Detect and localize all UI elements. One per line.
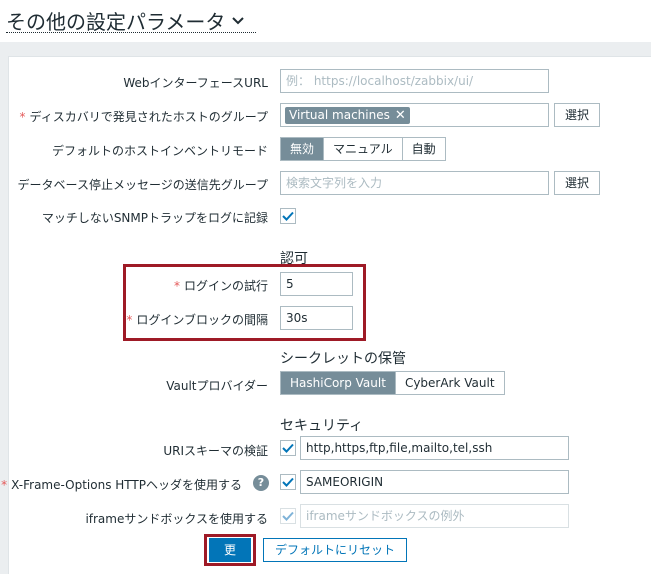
secrets-section-heading: シークレットの保管 [280,351,406,367]
title-underline [6,32,256,33]
highlight-box-auth [123,264,366,341]
snmp-log-checkbox[interactable] [280,208,296,224]
alert-group-label: データベース停止メッセージの送信先グループ [17,178,268,192]
web-url-input[interactable]: 例： https://localhost/zabbix/ui/ [280,69,549,93]
vault-hashicorp[interactable]: HashiCorp Vault [281,372,396,394]
page-title-dropdown[interactable]: その他の設定パラメータ [6,6,245,35]
x-frame-label-text: X-Frame-Options HTTPヘッダを使用する [11,478,242,492]
snmp-log-label: マッチしないSNMPトラップをログに記録 [41,211,268,225]
help-icon[interactable]: ? [253,475,269,491]
discovery-group-label-text: ディスカバリで発見されたホストのグループ [29,110,268,124]
inventory-mode-disabled[interactable]: 無効 [281,138,325,160]
required-marker: * [19,110,26,124]
checkmark-icon [282,443,294,453]
alert-group-search-input[interactable]: 検索文字列を入力 [280,171,549,195]
uri-schemes-input[interactable]: http,https,ftp,file,mailto,tel,ssh [300,436,569,460]
iframe-sandbox-checkbox[interactable] [280,508,296,524]
inventory-mode-manual[interactable]: マニュアル [324,138,403,160]
selected-group-tag-label: Virtual machines [289,108,390,122]
remove-tag-icon[interactable]: ✕ [395,107,406,124]
iframe-sandbox-label: iframeサンドボックスを使用する [85,512,268,526]
vault-cyberark[interactable]: CyberArk Vault [396,372,504,394]
discovery-group-label: * ディスカバリで発見されたホストのグループ [20,108,268,125]
inventory-mode-label: デフォルトのホストインベントリモード [51,144,268,158]
checkmark-icon [282,477,294,487]
inventory-mode-automatic[interactable]: 自動 [403,138,445,160]
required-marker: * [1,478,8,492]
page-title: その他の設定パラメータ [6,10,226,34]
alert-group-select-button[interactable]: 選択 [554,171,600,195]
inventory-mode-segmented: 無効 マニュアル 自動 [280,137,446,161]
discovery-group-multiselect[interactable]: Virtual machines ✕ [280,103,549,127]
uri-schemes-label: URIスキーマの検証 [163,444,268,458]
reset-defaults-button[interactable]: デフォルトにリセット [263,538,408,562]
x-frame-checkbox[interactable] [280,474,296,490]
checkmark-icon [282,511,294,521]
page-header: その他の設定パラメータ [0,0,651,42]
uri-schemes-checkbox[interactable] [280,440,296,456]
iframe-sandbox-input[interactable]: iframeサンドボックスの例外 [300,504,569,528]
web-url-label: WebインターフェースURL [123,76,268,90]
checkmark-icon [282,211,294,221]
security-section-heading: セキュリティ [280,418,364,434]
x-frame-label: * X-Frame-Options HTTPヘッダを使用する [1,476,242,493]
selected-group-tag: Virtual machines ✕ [285,107,410,124]
discovery-group-select-button[interactable]: 選択 [554,103,600,127]
highlight-box-update [204,534,256,566]
chevron-down-icon [231,16,245,26]
settings-form-panel: WebインターフェースURL 例： https://localhost/zabb… [1,56,651,574]
x-frame-input[interactable]: SAMEORIGIN [300,470,569,494]
vault-provider-segmented: HashiCorp Vault CyberArk Vault [280,371,505,395]
vault-provider-label: Vaultプロバイダー [166,379,268,393]
